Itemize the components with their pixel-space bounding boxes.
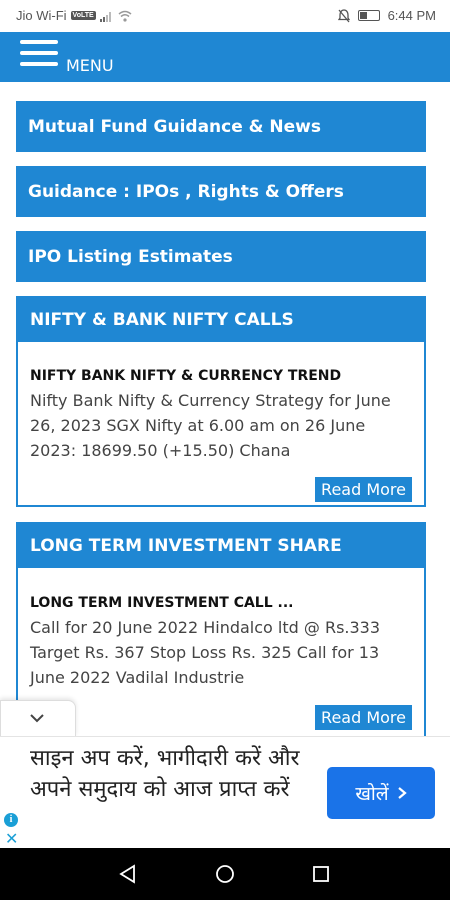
info-icon[interactable]: i [4, 813, 18, 827]
volte-badge: VoLTE [70, 11, 96, 20]
ad-collapse-tab[interactable] [0, 700, 76, 737]
card-header[interactable]: LONG TERM INVESTMENT SHARE [18, 524, 424, 568]
ad-open-label: खोलें [355, 783, 389, 805]
card-header[interactable]: NIFTY & BANK NIFTY CALLS [18, 298, 424, 342]
ad-open-button[interactable]: खोलें [327, 767, 435, 819]
chevron-down-icon [30, 714, 44, 723]
silent-icon [337, 8, 350, 22]
menu-label[interactable]: MENU [66, 56, 114, 75]
post-title[interactable]: LONG TERM INVESTMENT CALL ... [30, 595, 293, 611]
hamburger-menu-icon[interactable] [20, 40, 58, 70]
battery-icon [357, 10, 380, 21]
ad-banner[interactable]: साइन अप करें, भागीदारी करें और अपने समुद… [0, 736, 450, 849]
menu-bar: MENU [0, 32, 450, 82]
chevron-right-icon [397, 787, 407, 799]
nifty-calls-card: NIFTY & BANK NIFTY CALLS NIFTY BANK NIFT… [16, 296, 426, 507]
recents-icon[interactable] [311, 864, 331, 884]
read-more-button[interactable]: Read More [315, 477, 412, 502]
read-more-button[interactable]: Read More [315, 705, 412, 730]
ipo-listing-estimates-link[interactable]: IPO Listing Estimates [16, 231, 426, 282]
home-icon[interactable] [215, 864, 235, 884]
status-time: 6:44 PM [387, 8, 436, 23]
status-left: Jio Wi-Fi VoLTE [16, 8, 132, 23]
system-navigation-bar [0, 848, 450, 900]
close-icon[interactable]: ✕ [5, 829, 18, 848]
signal-icon [99, 11, 111, 22]
ad-text[interactable]: साइन अप करें, भागीदारी करें और अपने समुद… [30, 743, 320, 805]
ipo-guidance-link[interactable]: Guidance : IPOs , Rights & Offers [16, 166, 426, 217]
back-icon[interactable] [118, 864, 138, 884]
post-excerpt: Call for 20 June 2022 Hindalco ltd @ Rs.… [30, 618, 381, 687]
long-term-investment-card: LONG TERM INVESTMENT SHARE LONG TERM INV… [16, 522, 426, 736]
wifi-icon [118, 10, 132, 22]
post-excerpt: Nifty Bank Nifty & Currency Strategy for… [30, 391, 391, 460]
carrier-label: Jio Wi-Fi [16, 8, 67, 23]
mutual-fund-guidance-link[interactable]: Mutual Fund Guidance & News [16, 101, 426, 152]
post-title[interactable]: NIFTY BANK NIFTY & CURRENCY TREND [30, 368, 341, 384]
status-right: 6:44 PM [337, 8, 436, 23]
status-bar: Jio Wi-Fi VoLTE 6:44 PM [0, 0, 450, 32]
